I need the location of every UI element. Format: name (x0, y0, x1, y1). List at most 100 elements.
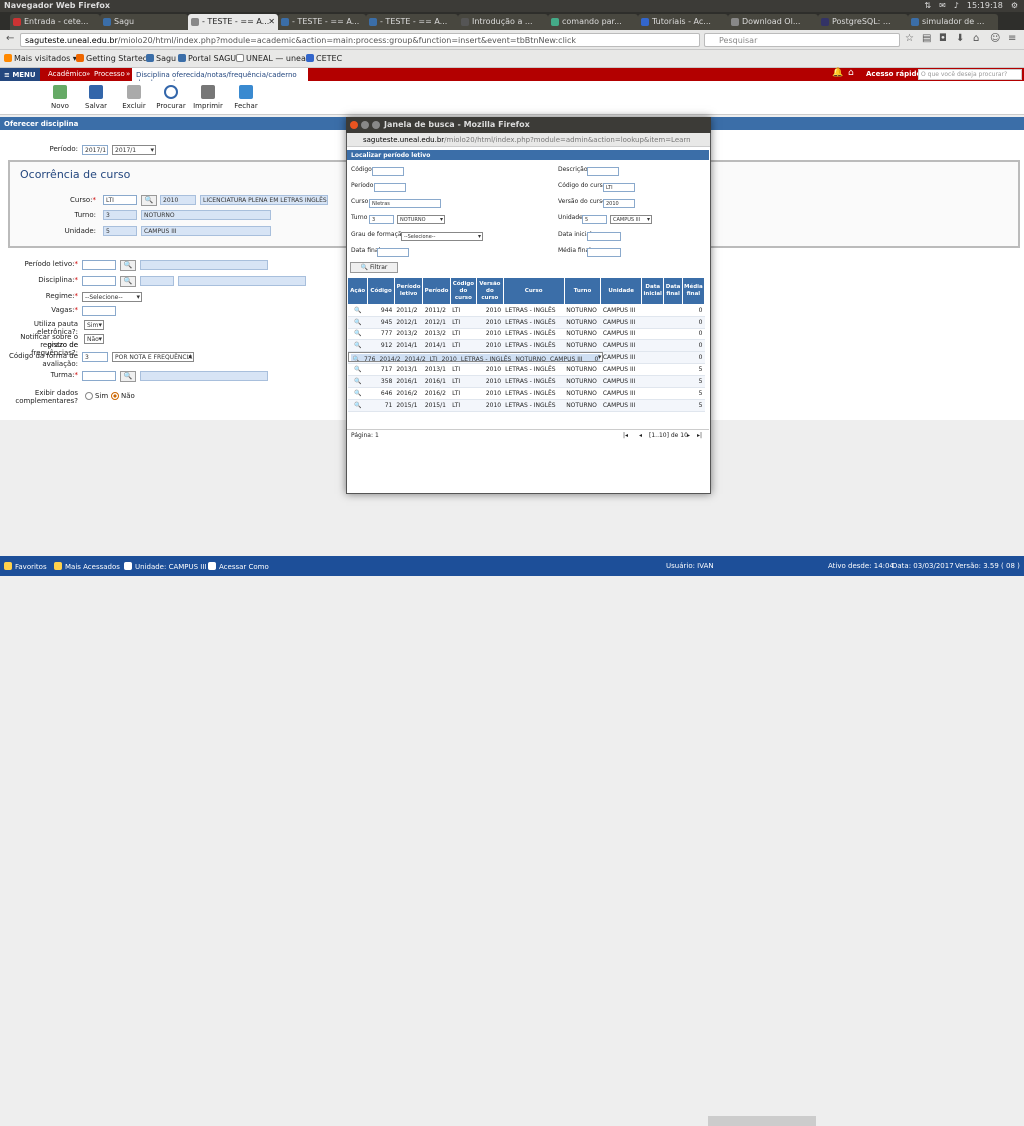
codigo-input[interactable] (372, 167, 404, 176)
column-header[interactable]: Data final (663, 277, 683, 305)
url-bar[interactable]: saguteste.uneal.edu.br/miolo20/html/inde… (20, 33, 700, 47)
notificar-select[interactable]: Não (84, 334, 104, 344)
menu-icon[interactable]: ≡ (1008, 33, 1016, 44)
browser-tab[interactable]: Introdução a ... (458, 14, 548, 30)
curso-input[interactable]: Nletras (369, 199, 441, 208)
browser-tab[interactable]: Tutoriais - Ac... (638, 14, 728, 30)
codigo-curso-input[interactable]: LTI (603, 183, 635, 192)
filtrar-button[interactable]: 🔍 Filtrar (350, 262, 398, 273)
column-header[interactable]: Período letivo (393, 277, 424, 305)
table-row[interactable]: 🔍 358 2016/1 2016/1 LTI 2010 LETRAS - INGLÊS NO… (347, 375, 705, 389)
breadcrumb-academico[interactable]: Acadêmico (48, 70, 86, 78)
table-row[interactable]: 🔍 912 2014/1 2014/1 LTI 2010 LETRAS - INGLÊS NO… (347, 339, 705, 353)
chat-icon[interactable]: ☺ (990, 33, 1000, 44)
periodo-select[interactable]: 2017/1 (112, 145, 156, 155)
excluir-button[interactable]: Excluir (116, 85, 152, 110)
unidade-code-input[interactable]: 5 (582, 215, 607, 224)
unidade-select[interactable]: CAMPUS III (610, 215, 652, 224)
browser-tab[interactable]: comando par... (548, 14, 638, 30)
lock-icon[interactable]: ◘ (939, 33, 947, 44)
table-row[interactable]: 🔍 717 2013/1 2013/1 LTI 2010 LETRAS - INGLÊS NO… (347, 363, 705, 377)
periodo-letivo-lookup-button[interactable]: 🔍 (120, 260, 136, 271)
column-header[interactable]: Código (367, 277, 395, 305)
mais-acessados-button[interactable]: Mais Acessados (54, 562, 120, 571)
exibir-nao-radio[interactable] (111, 392, 119, 400)
close-tab-icon[interactable]: ✕ (268, 17, 275, 26)
browser-tab[interactable]: Sagu (100, 14, 188, 30)
turno-select[interactable]: NOTURNO (397, 215, 445, 224)
novo-button[interactable]: Novo (42, 85, 78, 110)
bookmark-portal-sagu[interactable]: Portal SAGU (178, 54, 236, 63)
table-row[interactable]: 🔍 944 2011/2 2011/2 LTI 2010 LETRAS - INGLÊS NO… (347, 304, 705, 317)
close-window-icon[interactable] (350, 121, 358, 129)
bookmark-sagu[interactable]: Sagu (146, 54, 176, 63)
browser-tab[interactable]: - TESTE - == A... (278, 14, 366, 30)
mail-icon[interactable]: ✉ (939, 1, 946, 10)
column-header[interactable]: Unidade (600, 277, 643, 305)
column-header[interactable]: Versão do curso (476, 277, 504, 305)
prev-page-icon[interactable]: ◂ (639, 432, 642, 439)
next-page-icon[interactable]: ▸ (687, 432, 690, 439)
column-header[interactable]: Período (422, 277, 451, 305)
minimize-window-icon[interactable] (361, 121, 369, 129)
procurar-button[interactable]: Procurar (153, 85, 189, 110)
browser-tab[interactable]: - TESTE - == A... (366, 14, 458, 30)
acessar-como-button[interactable]: Acessar Como (208, 562, 269, 571)
column-header[interactable]: Média final (681, 277, 706, 305)
browser-search-input[interactable]: Pesquisar (704, 33, 900, 47)
periodo-input[interactable] (374, 183, 406, 192)
star-icon[interactable]: ☆ (905, 33, 914, 44)
home-icon[interactable]: ⌂ (848, 68, 854, 78)
fechar-button[interactable]: Fechar (228, 85, 264, 110)
select-row-icon[interactable]: 🔍 (347, 304, 368, 317)
pauta-select[interactable]: Sim (84, 320, 104, 330)
page-number[interactable]: 1 (375, 432, 379, 439)
select-row-icon[interactable]: 🔍 (347, 363, 368, 377)
disciplina-input[interactable] (82, 276, 116, 286)
bookmark-getting-started[interactable]: Getting Started (76, 54, 148, 63)
menu-button[interactable]: ≡ MENU (0, 68, 40, 81)
volume-icon[interactable]: ♪ (954, 1, 959, 10)
select-row-icon[interactable]: 🔍 (347, 375, 368, 389)
media-final-input[interactable] (587, 248, 621, 257)
column-header[interactable]: Código do curso (449, 277, 478, 305)
column-header[interactable]: Ação (346, 277, 369, 305)
bookmark-mais-visitados[interactable]: Mais visitados ▾ (4, 54, 77, 63)
vagas-input[interactable] (82, 306, 116, 316)
select-row-icon[interactable]: 🔍 (347, 387, 368, 400)
forma-code-input[interactable]: 3 (82, 352, 108, 362)
disciplina-lookup-button[interactable]: 🔍 (120, 276, 136, 287)
favoritos-button[interactable]: Favoritos (4, 562, 47, 571)
reading-list-icon[interactable]: ▤ (922, 33, 931, 44)
browser-tab[interactable]: Entrada - cete... (10, 14, 100, 30)
browser-tab[interactable]: PostgreSQL: ... (818, 14, 908, 30)
breadcrumb-processo[interactable]: Processo (94, 70, 125, 78)
notification-icon[interactable]: 🔔 (832, 68, 843, 78)
column-header[interactable]: Curso (502, 277, 565, 305)
column-header[interactable]: Turno (563, 277, 602, 305)
exibir-sim-radio[interactable] (85, 392, 93, 400)
salvar-button[interactable]: Salvar (78, 85, 114, 110)
select-row-icon[interactable]: 🔍 (347, 339, 368, 353)
select-row-icon[interactable]: 🔍 (347, 316, 368, 329)
unidade-button[interactable]: Unidade: CAMPUS III (124, 562, 207, 571)
regime-select[interactable]: --Selecione-- (82, 292, 142, 302)
descricao-input[interactable] (587, 167, 619, 176)
select-row-icon[interactable]: 🔍 (347, 328, 368, 341)
turma-input[interactable] (82, 371, 116, 381)
table-row[interactable]: 🔍 646 2016/2 2016/2 LTI 2010 LETRAS - INGLÊS NO… (347, 387, 705, 400)
settings-icon[interactable]: ⚙ (1011, 1, 1018, 10)
last-page-icon[interactable]: ▸| (697, 432, 702, 439)
browser-tab[interactable]: simulador de ... (908, 14, 998, 30)
table-row[interactable]: 🔍 71 2015/1 2015/1 LTI 2010 LETRAS - INGLÊS NOT… (347, 399, 705, 412)
first-page-icon[interactable]: |◂ (623, 432, 628, 439)
download-icon[interactable]: ⬇ (956, 33, 964, 44)
imprimir-button[interactable]: Imprimir (190, 85, 226, 110)
turma-lookup-button[interactable]: 🔍 (120, 371, 136, 382)
periodo-letivo-input[interactable] (82, 260, 116, 270)
forma-select[interactable]: POR NOTA E FREQUÊNCIA (112, 352, 194, 362)
bookmark-uneal[interactable]: UNEAL — uneal (236, 54, 308, 63)
back-icon[interactable]: ← (6, 33, 14, 44)
select-row-icon[interactable]: 🔍 (347, 399, 368, 412)
column-header[interactable]: Data inicial (641, 277, 665, 305)
